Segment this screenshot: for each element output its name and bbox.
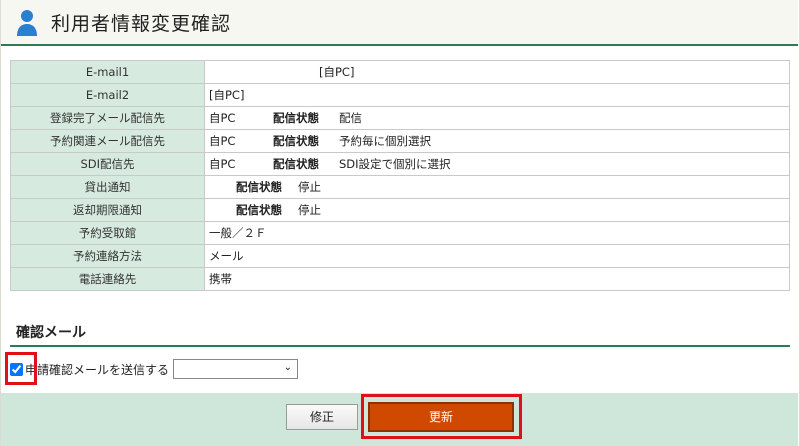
row-label: 電話連絡先 [10,267,205,291]
contact-method-value: メール [204,244,790,268]
section-divider [10,345,790,347]
page-header: 利用者情報変更確認 [1,0,798,46]
status-label: 配信状態 [273,134,319,148]
row-label: 貸出通知 [10,175,205,199]
table-row: 予約関連メール配信先 自PC 配信状態 予約毎に個別選択 [10,129,790,153]
status-value: 予約毎に個別選択 [339,134,431,148]
table-row: 予約連絡方法 メール [10,244,790,268]
table-row: 登録完了メール配信先 自PC 配信状態 配信 [10,106,790,130]
status-value: 停止 [298,180,321,194]
row-value: 自PC 配信状態 SDI設定で個別に選択 [204,152,790,176]
table-row: 予約受取館 一般／２Ｆ [10,221,790,245]
row-label: 予約受取館 [10,221,205,245]
row-value: [自PC] [204,60,790,84]
page-title: 利用者情報変更確認 [51,13,232,35]
status-value: 停止 [298,203,321,217]
table-row: SDI配信先 自PC 配信状態 SDI設定で個別に選択 [10,152,790,176]
user-icon [17,10,37,36]
section-title-confirm-mail: 確認メール [16,325,86,341]
email1-value: [自PC] [319,65,355,79]
table-row: E-mail2 [自PC] [10,83,790,107]
status-label: 配信状態 [273,157,319,171]
chevron-down-icon: ⌄ [283,362,293,373]
table-row: 返却期限通知 配信状態 停止 [10,198,790,222]
dest-value: 自PC [209,157,236,171]
row-label: SDI配信先 [10,152,205,176]
row-label: 予約連絡方法 [10,244,205,268]
confirm-mail-select[interactable]: ⌄ [173,359,299,379]
row-value: 配信状態 停止 [204,175,790,199]
update-highlight-box [361,394,522,439]
correct-button[interactable]: 修正 [286,404,358,430]
table-row: 電話連絡先 携帯 [10,267,790,291]
row-label: 登録完了メール配信先 [10,106,205,130]
row-value: 自PC 配信状態 予約毎に個別選択 [204,129,790,153]
phone-contact-value: 携帯 [204,267,790,291]
dest-value: 自PC [209,134,236,148]
row-label: 返却期限通知 [10,198,205,222]
confirm-mail-row: 申請確認メールを送信する ⌄ [10,358,299,380]
status-value: SDI設定で個別に選択 [339,157,451,171]
checkbox-highlight-box [5,352,37,385]
pickup-library-value: 一般／２Ｆ [204,221,790,245]
table-row: E-mail1 [自PC] [10,60,790,84]
table-row: 貸出通知 配信状態 停止 [10,175,790,199]
row-label: E-mail1 [10,60,205,84]
row-label: E-mail2 [10,83,205,107]
status-value: 配信 [339,111,362,125]
row-label: 予約関連メール配信先 [10,129,205,153]
row-value: 自PC 配信状態 配信 [204,106,790,130]
email2-value: [自PC] [204,83,790,107]
row-value: 配信状態 停止 [204,198,790,222]
status-label: 配信状態 [236,180,282,194]
user-info-table: E-mail1 [自PC] E-mail2 [自PC] 登録完了メール配信先 自… [10,60,790,291]
dest-value: 自PC [209,111,236,125]
status-label: 配信状態 [273,111,319,125]
send-confirm-mail-label[interactable]: 申請確認メールを送信する [25,361,169,378]
status-label: 配信状態 [236,203,282,217]
